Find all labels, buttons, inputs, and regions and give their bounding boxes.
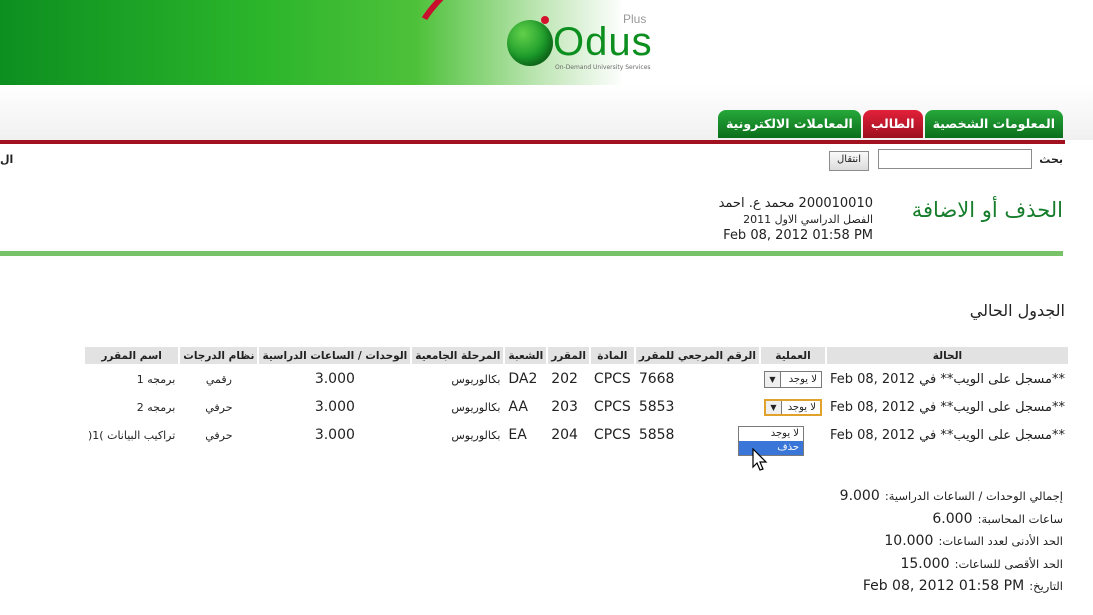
cell-grading: حرفي xyxy=(205,428,233,442)
header-status: الحالة xyxy=(826,347,1068,364)
student-id-name: 200010010 محمد ع. احمد xyxy=(718,196,873,211)
summary-value: 9.000 xyxy=(839,488,880,504)
cell-status: **مسجل على الويب** في Feb 08, 2012 xyxy=(829,399,1065,415)
cell-units: 3.000 xyxy=(314,371,355,387)
table-row: **مسجل على الويب** في Feb 08, 2012 لا يو… xyxy=(85,394,1068,420)
summary-value: 10.000 xyxy=(884,533,934,549)
table-row: **مسجل على الويب** في Feb 08, 2012 لا يو… xyxy=(85,366,1068,392)
search-label: بحث xyxy=(1039,153,1063,166)
cell-course: 203 xyxy=(551,399,578,415)
cell-course: 202 xyxy=(551,371,578,387)
tab-student[interactable]: الطالب xyxy=(862,110,923,138)
tab-underline xyxy=(0,140,1065,144)
go-button[interactable]: انتقال xyxy=(829,151,869,171)
cell-subject: CPCS xyxy=(593,427,631,443)
dropdown-option-drop[interactable]: حذف xyxy=(739,441,803,455)
page-title: الحذف أو الاضافة xyxy=(911,198,1063,222)
cell-units: 3.000 xyxy=(314,427,355,443)
cell-section: AA xyxy=(508,399,528,415)
summary-max-hours: الحد الأقصى للساعات: 15.000 xyxy=(840,552,1063,575)
cell-subject: CPCS xyxy=(593,399,631,415)
operation-dropdown-list: لا يوجد حذف xyxy=(738,426,804,456)
chevron-down-icon[interactable]: ▼ xyxy=(764,371,781,387)
cell-name: برمجه 1 xyxy=(136,372,176,386)
summary-block: إجمالي الوحدات / الساعات الدراسية: 9.000… xyxy=(840,484,1063,597)
cell-grading: رقمي xyxy=(205,372,232,386)
summary-label: الحد الأقصى للساعات: xyxy=(954,556,1063,571)
schedule-table-wrap: الحالة العملية الرقم المرجعي للمقرر الما… xyxy=(83,345,1068,450)
schedule-table: الحالة العملية الرقم المرجعي للمقرر الما… xyxy=(83,345,1070,450)
tab-personal-info[interactable]: المعلومات الشخصية xyxy=(924,110,1063,138)
cell-status: **مسجل على الويب** في Feb 08, 2012 xyxy=(829,371,1065,387)
cell-name: تراكيب البيانات )1( xyxy=(88,428,176,442)
summary-date: التاريخ: Feb 08, 2012 01:58 PM xyxy=(840,574,1063,597)
section-title: الجدول الحالي xyxy=(969,301,1065,320)
table-header-row: الحالة العملية الرقم المرجعي للمقرر الما… xyxy=(85,347,1068,364)
cell-grading: حرفي xyxy=(205,400,233,414)
header-level: المرحلة الجامعية xyxy=(412,347,504,364)
summary-value: 6.000 xyxy=(932,510,973,527)
cell-ref: 7668 xyxy=(638,371,675,387)
cell-level: بكالوريوس xyxy=(451,400,501,414)
tab-e-services[interactable]: المعاملات الالكترونية xyxy=(717,110,861,138)
header-subject: المادة xyxy=(590,347,634,364)
chevron-down-icon[interactable]: ▼ xyxy=(765,400,782,414)
table-row: **مسجل على الويب** في Feb 08, 2012 5858 … xyxy=(85,422,1068,448)
header-grading: نظام الدرجات xyxy=(180,347,258,364)
summary-total-units: إجمالي الوحدات / الساعات الدراسية: 9.000 xyxy=(840,484,1063,507)
term-label: الفصل الدراسي الاول 2011 xyxy=(743,213,873,226)
cut-off-text: ال xyxy=(0,153,14,166)
operation-select[interactable]: لا يوجد ▼ xyxy=(763,398,822,416)
heading-divider xyxy=(0,251,1063,256)
cell-ref: 5853 xyxy=(638,399,675,415)
cell-section: EA xyxy=(508,427,527,443)
summary-label: ساعات المحاسبة: xyxy=(977,511,1063,526)
header-name: اسم المقرر xyxy=(85,347,179,364)
logo-tagline: On-Demand University Services xyxy=(555,64,651,71)
cell-units: 3.000 xyxy=(314,399,355,415)
summary-label: الحد الأدنى لعدد الساعات: xyxy=(938,534,1063,548)
summary-min-hours: الحد الأدنى لعدد الساعات: 10.000 xyxy=(840,529,1063,552)
header-datetime: Feb 08, 2012 01:58 PM xyxy=(723,228,873,243)
summary-value: 15.000 xyxy=(900,555,950,572)
logo-name: Odus xyxy=(553,20,653,64)
student-info: 200010010 محمد ع. احمد الفصل الدراسي الا… xyxy=(719,196,873,244)
cell-operation: لا يوجد ▼ xyxy=(761,366,825,392)
cell-status: **مسجل على الويب** في Feb 08, 2012 xyxy=(829,427,1065,443)
dropdown-option-none[interactable]: لا يوجد xyxy=(739,427,803,441)
odus-logo: Odus Plus On-Demand University Services xyxy=(505,12,675,72)
logo-plus: Plus xyxy=(623,12,647,26)
mouse-pointer-icon xyxy=(752,448,768,471)
cell-level: بكالوريوس xyxy=(451,372,501,386)
header-ref: الرقم المرجعي للمقرر xyxy=(635,347,759,364)
cell-subject: CPCS xyxy=(593,371,631,387)
operation-select-value: لا يوجد xyxy=(787,401,816,413)
operation-select-value: لا يوجد xyxy=(788,373,817,385)
cell-operation: لا يوجد ▼ xyxy=(761,394,825,420)
header-units: الوحدات / الساعات الدراسية xyxy=(259,347,411,364)
cell-course: 204 xyxy=(551,427,578,443)
summary-billing-hours: ساعات المحاسبة: 6.000 xyxy=(840,507,1063,530)
summary-label: التاريخ: xyxy=(1029,579,1063,593)
cell-section: DA2 xyxy=(508,371,538,387)
summary-value: Feb 08, 2012 01:58 PM xyxy=(862,578,1025,594)
header-operation: العملية xyxy=(760,347,825,364)
cell-level: بكالوريوس xyxy=(451,428,501,442)
logo-dot-icon xyxy=(541,16,549,24)
globe-icon xyxy=(507,20,553,66)
summary-label: إجمالي الوحدات / الساعات الدراسية: xyxy=(884,489,1063,503)
search-input[interactable] xyxy=(878,149,1032,169)
main-tabs: المعلومات الشخصية الطالب المعاملات الالك… xyxy=(717,110,1063,140)
operation-select[interactable]: لا يوجد ▼ xyxy=(763,370,822,388)
header-section: الشعبة xyxy=(505,347,547,364)
cell-name: برمجه 2 xyxy=(136,400,176,414)
header-course: المقرر xyxy=(548,347,589,364)
